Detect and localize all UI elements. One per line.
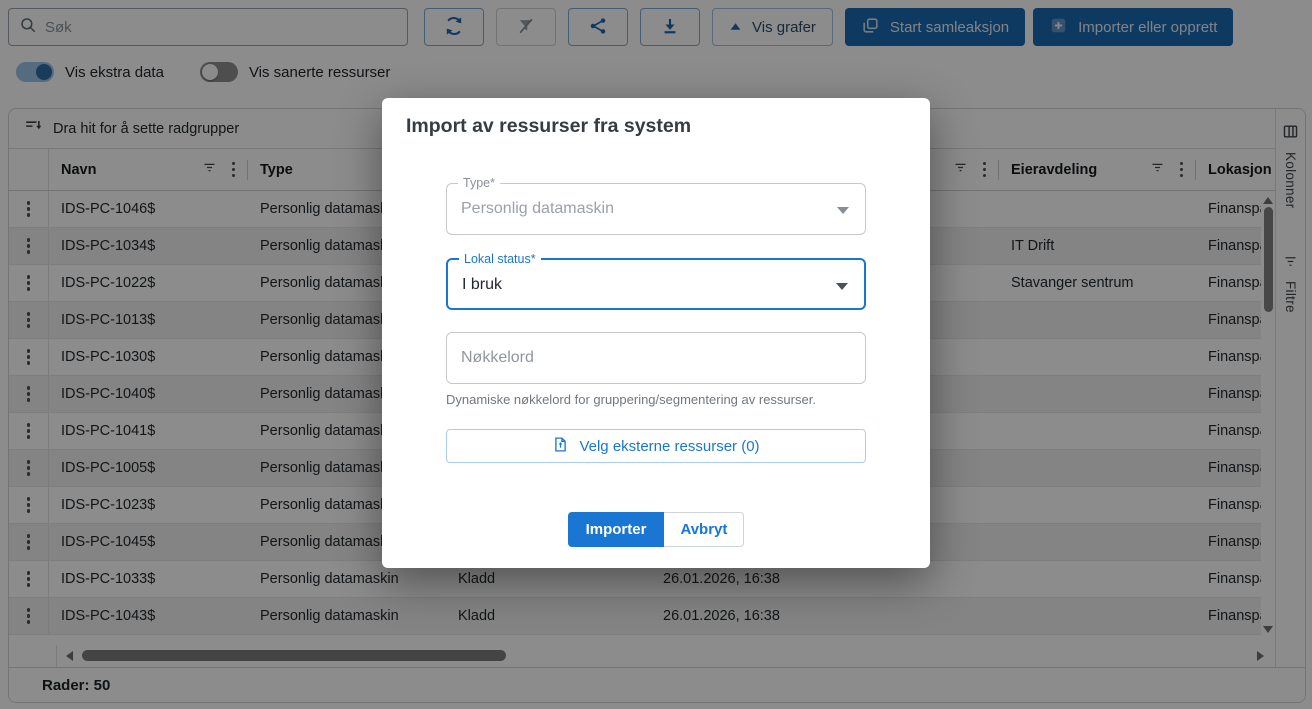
select-external-resources-label: Velg eksterne ressurser (0) xyxy=(579,438,759,455)
import-button[interactable]: Importer xyxy=(568,512,665,547)
import-dialog: Import av ressurser fra system Type* Per… xyxy=(382,98,930,568)
dropdown-arrow-icon xyxy=(837,207,849,214)
lokal-status-select[interactable]: Lokal status* I bruk xyxy=(446,258,866,310)
lokal-status-value: I bruk xyxy=(462,260,502,310)
cancel-button[interactable]: Avbryt xyxy=(664,512,744,547)
type-select-value: Personlig datamaskin xyxy=(461,184,614,234)
keywords-field xyxy=(446,332,866,384)
file-upload-icon xyxy=(552,436,569,457)
keywords-helper-text: Dynamiske nøkkelord for gruppering/segme… xyxy=(446,392,866,407)
select-external-resources-button[interactable]: Velg eksterne ressurser (0) xyxy=(446,429,866,463)
keywords-input[interactable] xyxy=(447,333,865,383)
dropdown-arrow-icon xyxy=(836,283,848,290)
dialog-title: Import av ressurser fra system xyxy=(406,115,691,138)
type-select[interactable]: Type* Personlig datamaskin xyxy=(446,183,866,235)
